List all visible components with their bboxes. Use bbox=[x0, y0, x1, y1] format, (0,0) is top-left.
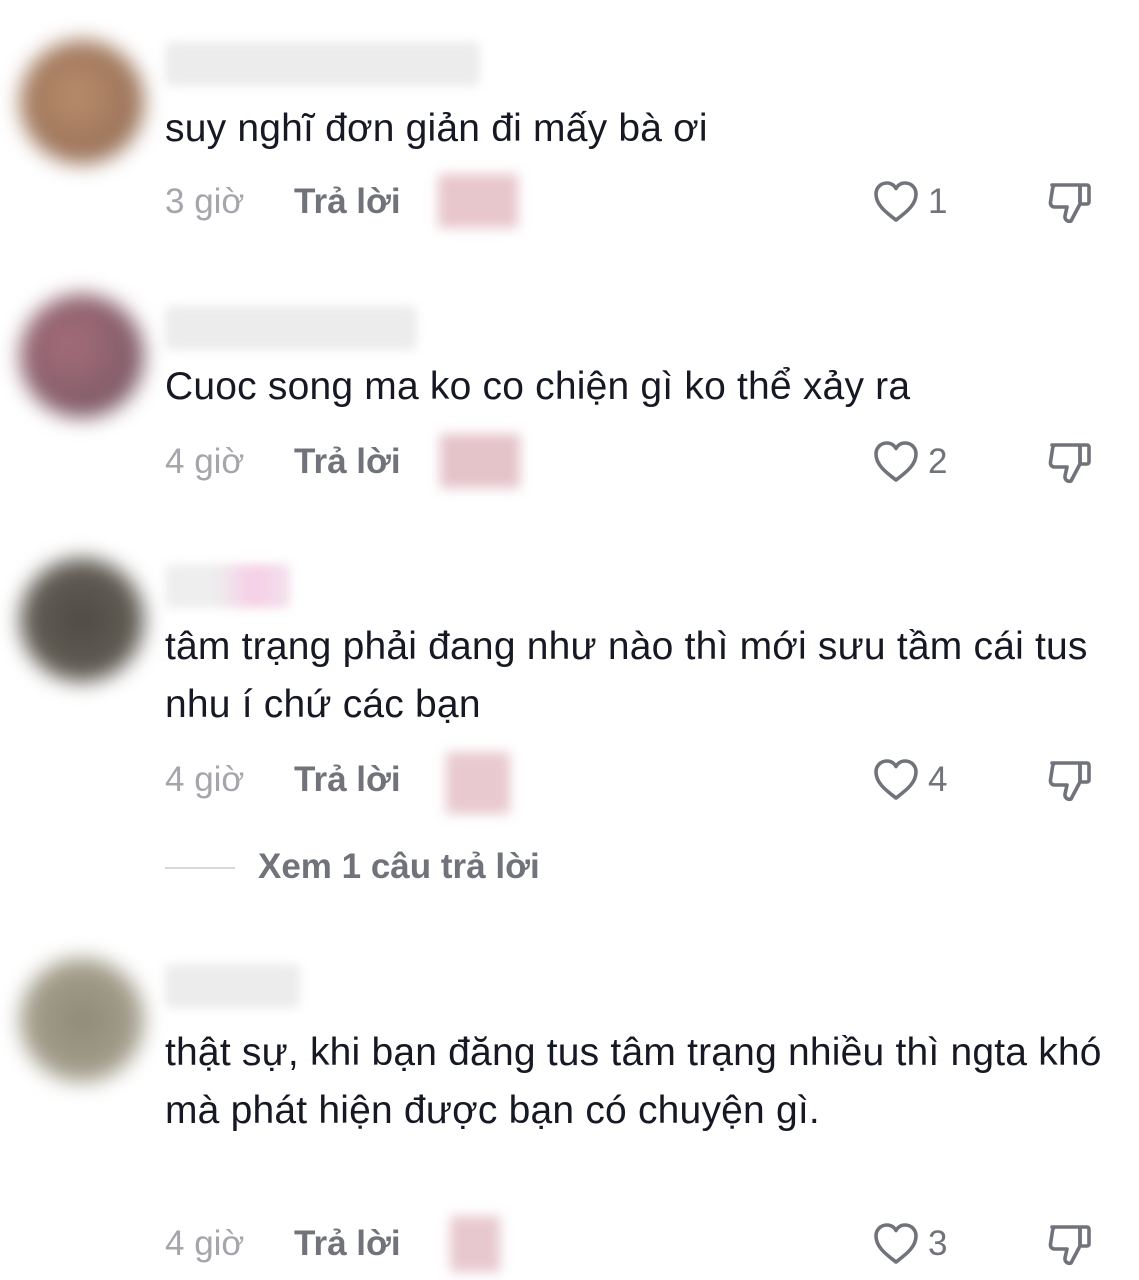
like-count: 2 bbox=[928, 442, 948, 481]
username-blurred[interactable] bbox=[165, 306, 417, 350]
username-blurred[interactable] bbox=[165, 564, 290, 608]
sticker-blurred bbox=[438, 174, 518, 228]
dislike-button[interactable] bbox=[1046, 440, 1094, 491]
dislike-button[interactable] bbox=[1046, 180, 1094, 231]
heart-outline-icon bbox=[874, 441, 918, 482]
comment-actions: 4 giờ Trả lời 4 bbox=[0, 752, 1139, 814]
dislike-button[interactable] bbox=[1046, 1222, 1094, 1273]
comment-text: suy nghĩ đơn giản đi mấy bà ơi bbox=[165, 107, 708, 150]
thumbs-down-icon bbox=[1048, 183, 1091, 224]
comment-time: 4 giờ bbox=[165, 442, 245, 481]
username-blurred[interactable] bbox=[165, 964, 300, 1008]
reply-button[interactable]: Trả lời bbox=[294, 174, 401, 230]
avatar[interactable] bbox=[20, 294, 144, 418]
reply-button[interactable]: Trả lời bbox=[294, 434, 401, 490]
comment-time: 4 giờ bbox=[165, 1224, 245, 1263]
avatar[interactable] bbox=[20, 958, 144, 1082]
thumbs-down-icon bbox=[1048, 443, 1091, 484]
comment-text: Cuoc song ma ko co chiện gì ko thể xảy r… bbox=[165, 365, 911, 408]
heart-outline-icon bbox=[874, 181, 918, 222]
like-count: 1 bbox=[928, 182, 948, 221]
thumbs-down-icon bbox=[1048, 761, 1091, 802]
sticker-blurred bbox=[440, 434, 520, 488]
reply-button[interactable]: Trả lời bbox=[294, 752, 401, 808]
comment-actions: 4 giờ Trả lời 2 bbox=[0, 434, 1139, 490]
sticker-blurred bbox=[450, 1216, 500, 1272]
heart-outline-icon bbox=[874, 759, 918, 800]
avatar[interactable] bbox=[20, 40, 144, 164]
dislike-button[interactable] bbox=[1046, 758, 1094, 809]
reply-button[interactable]: Trả lời bbox=[294, 1216, 401, 1272]
comment-time: 4 giờ bbox=[165, 760, 245, 799]
like-count: 3 bbox=[928, 1224, 948, 1263]
username-blurred[interactable] bbox=[165, 42, 480, 86]
avatar[interactable] bbox=[20, 558, 144, 682]
reply-divider bbox=[165, 867, 235, 869]
view-replies-button[interactable]: Xem 1 câu trả lời bbox=[165, 842, 665, 892]
heart-outline-icon bbox=[874, 1223, 918, 1264]
sticker-blurred bbox=[446, 752, 510, 814]
like-count: 4 bbox=[928, 760, 948, 799]
comment-actions: 3 giờ Trả lời 1 bbox=[0, 174, 1139, 230]
comment-actions: 4 giờ Trả lời 3 bbox=[0, 1216, 1139, 1272]
comment-text: tâm trạng phải đang như nào thì mới sưu … bbox=[165, 625, 1088, 726]
comment-time: 3 giờ bbox=[165, 182, 245, 221]
thumbs-down-icon bbox=[1048, 1225, 1091, 1266]
comment-text: thật sự, khi bạn đăng tus tâm trạng nhiề… bbox=[165, 1031, 1102, 1132]
view-replies-label: Xem 1 câu trả lời bbox=[258, 847, 540, 886]
